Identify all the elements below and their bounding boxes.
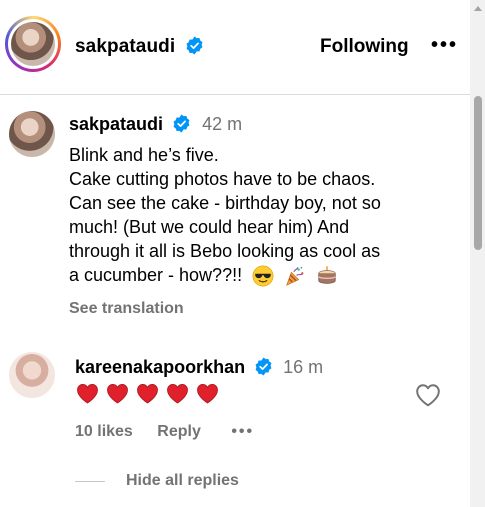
reply-header: kareenakapoorkhan 16 m [75,357,323,378]
caption-line: a cucumber - how??!! [69,265,243,285]
red-heart-emoji-icon [197,384,218,404]
replies-divider-line [75,481,105,482]
header-username-label: sakpataudi [75,36,176,57]
like-heart-icon[interactable] [415,383,441,407]
smiling-face-with-sunglasses-icon [252,265,274,287]
caption-username[interactable]: sakpataudi [69,114,163,134]
header-more-options-icon[interactable]: ••• [431,34,458,57]
red-heart-emoji-icon [107,384,128,404]
verified-badge-icon [255,357,272,376]
reply-avatar[interactable] [9,352,55,398]
scrollbar-track[interactable] [470,0,485,507]
reply-timestamp[interactable]: 16 m [283,357,323,377]
birthday-cake-icon [318,266,336,284]
see-translation-link[interactable]: See translation [69,300,184,318]
likes-count[interactable]: 10 likes [75,423,133,440]
header-username[interactable]: sakpataudi [75,36,204,58]
following-button[interactable]: Following [320,36,409,58]
scrollbar-thumb[interactable] [474,96,482,250]
post-header: sakpataudi Following ••• [0,0,470,95]
verified-badge-icon [186,36,203,55]
red-heart-emoji-icon [137,384,158,404]
caption-line: Blink and he’s five. [69,145,219,165]
caption-avatar[interactable] [9,111,55,157]
caption-header: sakpataudi 42 m [69,114,242,135]
caption-line: Can see the cake - birthday boy, not so [69,193,381,213]
caption-timestamp[interactable]: 42 m [202,114,242,134]
red-heart-emoji-icon [77,384,98,404]
scroll-up-arrow-icon[interactable] [474,6,482,11]
caption-text: Blink and he’s five. Cake cutting photos… [69,143,464,287]
story-ring[interactable] [5,16,61,72]
reply-more-options-icon[interactable]: ••• [231,423,254,440]
reply-meta: 10 likes Reply ••• [75,423,254,441]
caption-line: Cake cutting photos have to be chaos. [69,169,376,189]
reply-text-hearts [76,383,219,405]
red-heart-emoji-icon [167,384,188,404]
avatar [11,22,55,66]
verified-badge-icon [173,114,190,133]
reply-button[interactable]: Reply [157,423,201,440]
hide-all-replies-button[interactable]: Hide all replies [126,472,239,490]
party-popper-icon [286,267,304,287]
reply-username[interactable]: kareenakapoorkhan [75,357,245,377]
caption-line: through it all is Bebo looking as cool a… [69,241,381,261]
caption-line-last: a cucumber - how??!! [69,263,464,287]
caption-line: much! (But we could hear him) And [69,217,350,237]
